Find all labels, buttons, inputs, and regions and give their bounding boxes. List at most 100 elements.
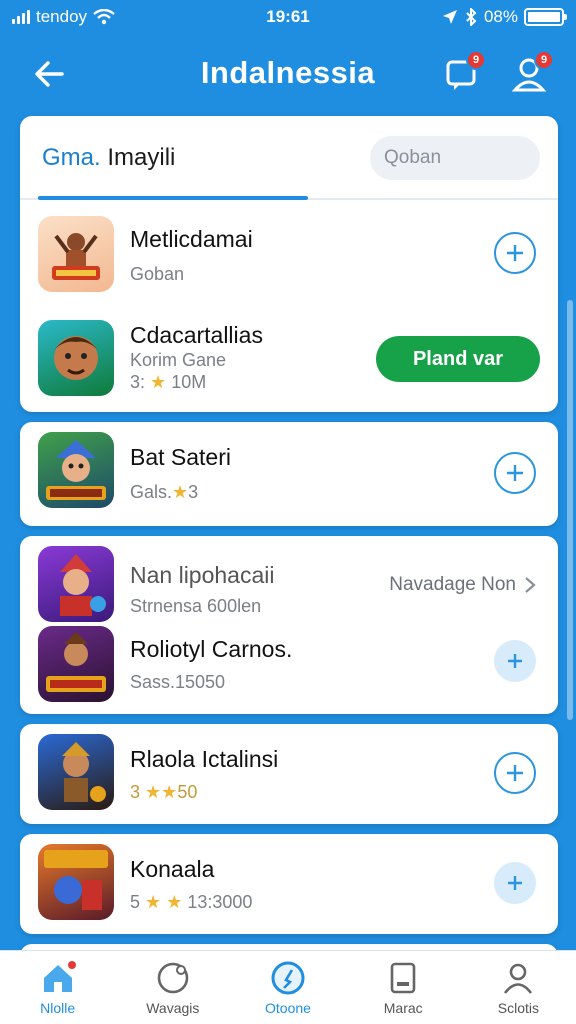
app-icon	[38, 734, 114, 810]
app-subtitle: Strnensa 600len	[130, 596, 262, 616]
nav-games[interactable]: Wavagis	[115, 951, 230, 1024]
star-icon: ★	[166, 892, 183, 912]
app-card: Konaala 5 ★ ★ 13:3000	[20, 834, 558, 934]
page-title: Indalnessia	[200, 55, 376, 90]
app-name: Nan lipohacaii	[130, 562, 275, 588]
nav-library[interactable]: Marac	[346, 951, 461, 1024]
tab-label-rest: Imayili	[100, 144, 176, 171]
tab-label-prefix: Gma.	[42, 144, 101, 171]
app-icon	[38, 432, 114, 508]
add-button[interactable]	[494, 452, 536, 494]
app-name: Cdacartallias	[130, 322, 263, 348]
app-rating: 3: ★ 10M	[130, 372, 206, 393]
profile-button[interactable]: 9	[508, 50, 554, 96]
app-subtitle: Goban	[130, 264, 185, 284]
plus-icon	[508, 654, 522, 668]
nav-label: Marac	[383, 999, 423, 1016]
compass-icon	[157, 962, 189, 993]
add-button[interactable]	[494, 752, 536, 794]
download-count: 10M	[171, 372, 207, 392]
app-icon	[38, 216, 114, 292]
nav-label: Otoone	[265, 999, 311, 1016]
more-link[interactable]: Navadage Non	[389, 574, 536, 596]
battery-icon	[524, 8, 567, 26]
tablet-icon	[390, 962, 416, 993]
rating-prefix: Gals.	[130, 482, 173, 502]
download-count: 13:3000	[187, 892, 253, 912]
tab-indicator	[38, 196, 308, 200]
add-button[interactable]	[494, 232, 536, 274]
star-icon: ★	[161, 782, 178, 802]
nav-home[interactable]: Nlolle	[0, 951, 115, 1024]
notification-badge: 9	[466, 50, 486, 70]
app-name: Metlicdamai	[130, 226, 253, 252]
add-button[interactable]	[494, 640, 536, 682]
status-time: 19:61	[266, 7, 310, 26]
star-icon: ★	[145, 782, 162, 802]
app-icon	[38, 844, 114, 920]
wifi-icon	[93, 9, 115, 25]
tab-games[interactable]: Gma. Imayili	[42, 144, 175, 172]
bluetooth-icon	[466, 8, 477, 26]
more-link-label: Navadage Non	[389, 574, 516, 595]
nav-profile[interactable]: Sclotis	[461, 951, 576, 1024]
app-icon	[38, 320, 114, 396]
explore-icon	[271, 961, 305, 994]
play-button[interactable]: Pland var	[376, 336, 540, 382]
nav-label: Sclotis	[497, 999, 540, 1016]
rating-value: 3	[188, 482, 199, 502]
app-rating: Gals.★3	[130, 482, 198, 503]
app-card: Rlaola Ictalinsi 3 ★★50	[20, 724, 558, 824]
arrow-left-icon	[35, 61, 64, 87]
rating-prefix: 3:	[130, 372, 146, 392]
app-name: Konaala	[130, 856, 215, 882]
nav-badge	[66, 959, 78, 971]
app-rating: 5 ★ ★ 13:3000	[130, 892, 252, 913]
list-item[interactable]: Rlaola Ictalinsi 3 ★★50	[20, 730, 558, 820]
list-item[interactable]: Bat Sateri Gals.★3	[20, 430, 558, 520]
user-icon	[504, 963, 533, 994]
app-icon	[38, 626, 114, 702]
status-right: 08%	[442, 7, 567, 27]
nav-label: Wavagis	[146, 999, 200, 1016]
app-card: Bat Sateri Gals.★3	[20, 422, 558, 526]
plus-icon	[507, 765, 523, 781]
star-icon: ★	[145, 892, 162, 912]
status-bar: tendoy 19:61 08%	[0, 0, 576, 34]
app-header: Indalnessia 9 9	[0, 40, 576, 106]
battery-percent: 08%	[483, 7, 518, 26]
list-item[interactable]: Roliotyl Carnos. Sass.15050	[20, 622, 558, 712]
rating-prefix: 5	[130, 892, 141, 912]
search-input[interactable]	[370, 136, 540, 180]
signal-icon	[12, 10, 30, 24]
app-subtitle: Korim Gane	[130, 350, 227, 370]
notifications-button[interactable]: 9	[440, 50, 486, 96]
location-icon	[442, 10, 457, 24]
tab-row: Gma. Imayili	[20, 116, 558, 200]
back-button[interactable]	[30, 54, 70, 94]
star-icon: ★	[172, 482, 189, 502]
list-item[interactable]: Konaala 5 ★ ★ 13:3000	[20, 840, 558, 930]
app-rating: 3 ★★50	[130, 782, 197, 803]
app-name: Roliotyl Carnos.	[130, 636, 293, 662]
plus-icon	[507, 465, 523, 481]
carrier-label: tendoy	[36, 7, 88, 26]
list-item[interactable]: Metlicdamai Goban	[20, 212, 558, 302]
rating-prefix: 3	[130, 782, 141, 802]
app-subtitle: Sass.15050	[130, 672, 226, 692]
scrollbar[interactable]	[567, 300, 573, 720]
app-card: Nan lipohacaii Strnensa 600len Navadage …	[20, 536, 558, 714]
list-item[interactable]: Nan lipohacaii Strnensa 600len Navadage …	[20, 544, 558, 634]
star-icon: ★	[150, 372, 167, 392]
nav-explore[interactable]: Otoone	[230, 951, 345, 1024]
plus-icon	[507, 245, 523, 261]
list-item[interactable]: Cdacartallias Korim Gane 3: ★ 10M Pland …	[20, 314, 558, 404]
add-button[interactable]	[494, 862, 536, 904]
app-name: Rlaola Ictalinsi	[130, 746, 279, 772]
plus-icon	[508, 876, 522, 890]
status-left: tendoy	[12, 7, 115, 27]
bottom-nav: Nlolle Wavagis Otoone Marac Sclotis	[0, 950, 576, 1024]
chevron-right-icon	[525, 577, 536, 593]
rating-value: 50	[177, 782, 198, 802]
nav-label: Nlolle	[40, 999, 76, 1016]
